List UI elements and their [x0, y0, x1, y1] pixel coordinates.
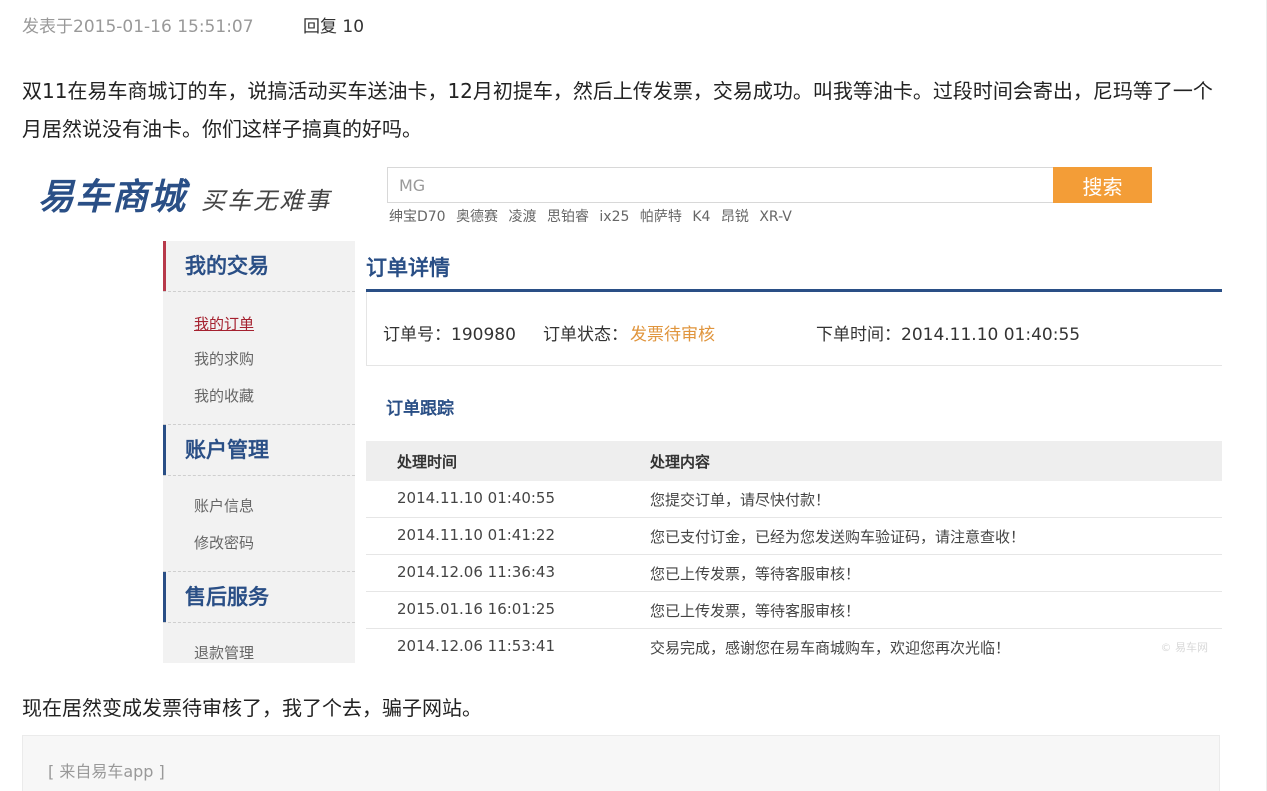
row-content: 您已支付订金，已经为您发送购车验证码，请注意查收！	[650, 528, 1026, 546]
order-info-panel: 订单号：190980 订单状态： 发票待审核 下单时间：2014.11.10 0…	[366, 292, 1222, 366]
table-row: 2014.11.10 01:41:22 您已支付订金，已经为您发送购车验证码，请…	[366, 518, 1222, 555]
hot-word-link[interactable]: 思铂睿	[547, 209, 589, 225]
site-logo: 易车商城 买车无难事	[38, 168, 331, 220]
row-content: 您已上传发票，等待客服审核！	[650, 602, 861, 620]
row-content: 您提交订单，请尽快付款！	[650, 491, 831, 509]
search-input[interactable]	[388, 168, 1057, 202]
post-body-paragraph-1: 双11在易车商城订的车，说搞活动买车送油卡，12月初提车，然后上传发票，交易成功…	[22, 79, 1213, 141]
table-row: 2014.12.06 11:53:41 交易完成，感谢您在易车商城购车，欢迎您再…	[366, 629, 1222, 663]
search-button[interactable]: 搜索	[1053, 167, 1152, 203]
table-row: 2015.01.16 16:01:25 您已上传发票，等待客服审核！	[366, 592, 1222, 629]
column-header-content: 处理内容	[650, 453, 711, 471]
table-row: 2014.12.06 11:36:43 您已上传发票，等待客服审核！	[366, 555, 1222, 592]
hot-word-link[interactable]: K4	[692, 209, 710, 225]
search-box	[387, 167, 1057, 203]
hot-word-link[interactable]: ix25	[599, 209, 629, 225]
embedded-screenshot: 易车商城 买车无难事 搜索 绅宝D70 奥德赛 凌渡 思铂睿 ix25 帕萨特 …	[22, 158, 1222, 663]
row-content: 交易完成，感谢您在易车商城购车，欢迎您再次光临！	[650, 639, 1011, 657]
order-status-badge: 发票待审核	[630, 325, 715, 345]
post-timestamp: 发表于2015-01-16 15:51:07	[22, 17, 254, 37]
order-detail-title: 订单详情	[366, 256, 450, 280]
post-source-box: [ 来自易车app ]	[22, 735, 1220, 791]
hot-word-link[interactable]: XR-V	[759, 209, 792, 225]
post-meta: 发表于2015-01-16 15:51:07 回复 10	[22, 12, 364, 37]
logo-text: 易车商城	[38, 177, 187, 218]
hot-word-link[interactable]: 绅宝D70	[389, 209, 446, 225]
hot-word-link[interactable]: 奥德赛	[456, 209, 498, 225]
sidebar-divider	[163, 291, 355, 292]
row-time: 2014.11.10 01:40:55	[397, 489, 556, 507]
order-number: 订单号：190980	[383, 325, 516, 345]
table-header: 处理时间 处理内容	[366, 441, 1222, 481]
logo-slogan: 买车无难事	[201, 187, 332, 215]
row-time: 2014.12.06 11:53:41	[397, 637, 556, 655]
row-time: 2014.12.06 11:36:43	[397, 563, 556, 581]
sidebar-item-my-requests[interactable]: 我的求购	[194, 348, 254, 369]
sidebar-item-account-info[interactable]: 账户信息	[194, 495, 254, 516]
table-row: 2014.11.10 01:40:55 您提交订单，请尽快付款！	[366, 481, 1222, 518]
sidebar-divider	[163, 475, 355, 476]
sidebar-item-refunds[interactable]: 退款管理	[194, 642, 254, 663]
row-time: 2015.01.16 16:01:25	[397, 600, 556, 618]
post-source[interactable]: [ 来自易车app ]	[48, 758, 165, 782]
account-sidebar: 我的交易 我的订单 我的求购 我的收藏 账户管理 账户信息 修改密码 售后服务 …	[163, 241, 355, 663]
sidebar-section-after-sales: 售后服务	[163, 572, 355, 622]
row-content: 您已上传发票，等待客服审核！	[650, 565, 861, 583]
hot-word-link[interactable]: 昂锐	[721, 209, 749, 225]
column-header-time: 处理时间	[397, 453, 458, 471]
row-time: 2014.11.10 01:41:22	[397, 526, 556, 544]
hot-word-link[interactable]: 凌渡	[509, 209, 537, 225]
sidebar-section-my-trades: 我的交易	[163, 241, 355, 291]
hot-word-link[interactable]: 帕萨特	[640, 209, 682, 225]
sidebar-item-my-orders[interactable]: 我的订单	[194, 313, 254, 334]
order-tracking-title: 订单跟踪	[386, 399, 454, 419]
hot-search-words: 绅宝D70 奥德赛 凌渡 思铂睿 ix25 帕萨特 K4 昂锐 XR-V	[389, 206, 798, 226]
order-status-label: 订单状态：	[543, 325, 628, 345]
sidebar-item-change-password[interactable]: 修改密码	[194, 532, 254, 553]
sidebar-section-account: 账户管理	[163, 425, 355, 475]
sidebar-divider	[163, 622, 355, 623]
watermark: © 易车网	[1160, 641, 1209, 654]
sidebar-item-my-favorites[interactable]: 我的收藏	[194, 385, 254, 406]
post-body-paragraph-2: 现在居然变成发票待审核了，我了个去，骗子网站。	[22, 696, 482, 720]
reply-count[interactable]: 回复 10	[303, 17, 364, 37]
order-time: 下单时间：2014.11.10 01:40:55	[816, 325, 1081, 345]
